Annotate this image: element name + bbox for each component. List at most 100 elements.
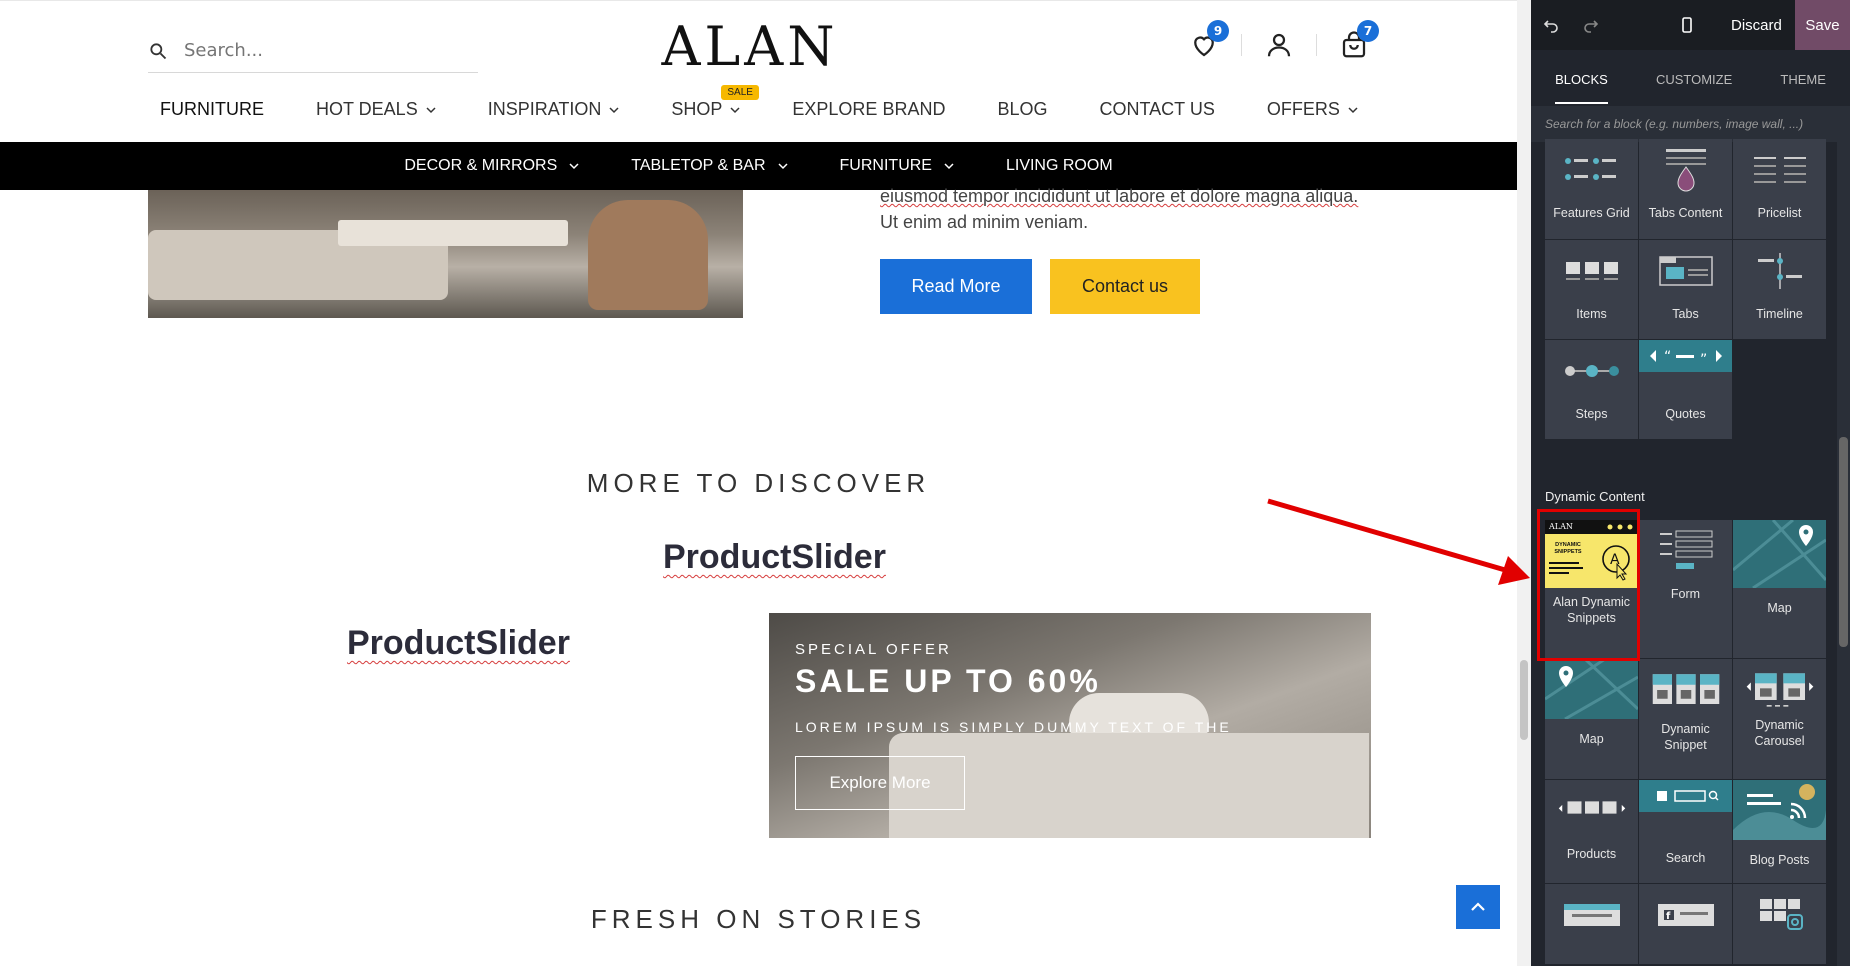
highlight-box bbox=[1537, 509, 1640, 661]
wishlist-button[interactable]: 9 bbox=[1185, 20, 1229, 64]
editor-toolbar: Discard Save bbox=[1531, 0, 1850, 50]
nav-offers[interactable]: OFFERS bbox=[1267, 99, 1358, 120]
scrollbar-thumb[interactable] bbox=[1839, 437, 1848, 647]
chevron-down-icon bbox=[569, 163, 579, 170]
table-shape bbox=[338, 220, 568, 246]
scrollbar-thumb[interactable] bbox=[1520, 660, 1528, 740]
block-items[interactable]: Items bbox=[1545, 240, 1638, 339]
dynamic-carousel-icon bbox=[1745, 667, 1815, 713]
mobile-icon bbox=[1682, 17, 1692, 33]
subnav-furniture[interactable]: FURNITURE bbox=[840, 157, 954, 175]
svg-text:”: ” bbox=[1700, 352, 1707, 366]
features-grid-icon bbox=[1557, 147, 1627, 193]
main-nav: FURNITURE HOT DEALS INSPIRATION SALE SHOP… bbox=[160, 85, 1410, 120]
back-to-top-button[interactable] bbox=[1456, 885, 1500, 929]
nav-inspiration[interactable]: INSPIRATION bbox=[488, 99, 620, 120]
block-label: Pricelist bbox=[1757, 206, 1802, 220]
block-tabs-content[interactable]: Tabs Content bbox=[1639, 139, 1732, 239]
svg-text:f: f bbox=[1666, 911, 1671, 922]
subnav-decor-mirrors[interactable]: DECOR & MIRRORS bbox=[404, 157, 579, 175]
contact-us-button[interactable]: Contact us bbox=[1050, 259, 1200, 314]
block-label: Search bbox=[1665, 851, 1706, 865]
special-offer-banner: SPECIAL OFFER SALE UP TO 60% LOREM IPSUM… bbox=[769, 613, 1371, 838]
block-instagram[interactable] bbox=[1733, 884, 1826, 964]
block-map-2[interactable]: Map bbox=[1544, 657, 1640, 779]
block-popup[interactable] bbox=[1545, 884, 1638, 964]
nav-label: SHOP bbox=[671, 99, 723, 119]
blog-posts-icon bbox=[1733, 780, 1826, 840]
undo-button[interactable] bbox=[1531, 0, 1571, 50]
block-label: Blog Posts bbox=[1749, 853, 1810, 867]
redo-button[interactable] bbox=[1571, 0, 1611, 50]
nav-label: FURNITURE bbox=[160, 99, 264, 119]
subnav-label: DECOR & MIRRORS bbox=[404, 157, 558, 174]
offer-text: LOREM IPSUM IS SIMPLY DUMMY TEXT OF THE bbox=[795, 719, 1232, 735]
quotes-icon: “” bbox=[1639, 340, 1732, 372]
tab-blocks[interactable]: BLOCKS bbox=[1555, 72, 1608, 104]
subnav-living-room[interactable]: LIVING ROOM bbox=[1006, 157, 1113, 175]
block-blog-posts[interactable]: Blog Posts bbox=[1733, 780, 1826, 883]
chair-shape bbox=[588, 200, 708, 310]
chevron-down-icon bbox=[1348, 106, 1358, 113]
block-label: Dynamic Snippet bbox=[1661, 722, 1710, 752]
block-timeline[interactable]: Timeline bbox=[1733, 240, 1826, 339]
block-label: Steps bbox=[1575, 407, 1608, 421]
tab-customize[interactable]: CUSTOMIZE bbox=[1656, 72, 1732, 104]
steps-icon bbox=[1557, 348, 1627, 394]
explore-more-button[interactable]: Explore More bbox=[795, 756, 965, 810]
block-products[interactable]: Products bbox=[1545, 780, 1638, 883]
more-to-discover-heading: MORE TO DISCOVER bbox=[586, 468, 931, 498]
block-label: Tabs Content bbox=[1648, 206, 1723, 220]
block-form[interactable]: Form bbox=[1639, 520, 1732, 658]
account-button[interactable] bbox=[1260, 26, 1298, 64]
site-scrollbar[interactable] bbox=[1517, 0, 1531, 966]
timeline-icon bbox=[1745, 248, 1815, 294]
block-facebook[interactable]: f bbox=[1639, 884, 1732, 964]
fresh-on-stories-heading: FRESH ON STORIES bbox=[590, 904, 927, 934]
nav-blog[interactable]: BLOG bbox=[997, 99, 1047, 120]
block-label: Form bbox=[1670, 587, 1701, 601]
block-features-grid[interactable]: Features Grid bbox=[1545, 139, 1638, 239]
hero-text-line: eiusmod tempor incididunt ut labore et d… bbox=[880, 186, 1359, 206]
chevron-down-icon bbox=[609, 106, 619, 113]
search-input[interactable] bbox=[184, 40, 454, 61]
popup-icon bbox=[1557, 892, 1627, 938]
nav-explore-brand[interactable]: EXPLORE BRAND bbox=[792, 99, 945, 120]
block-tabs[interactable]: Tabs bbox=[1639, 240, 1732, 339]
block-label: Features Grid bbox=[1553, 206, 1630, 220]
discard-button[interactable]: Discard bbox=[1731, 0, 1782, 50]
pricelist-icon bbox=[1745, 147, 1815, 193]
product-slider-heading: ProductSlider bbox=[663, 538, 886, 576]
tabs-icon bbox=[1651, 248, 1721, 294]
search-block-icon bbox=[1639, 780, 1732, 812]
block-pricelist[interactable]: Pricelist bbox=[1733, 139, 1826, 239]
form-icon bbox=[1651, 528, 1721, 574]
block-map[interactable]: Map bbox=[1732, 518, 1828, 658]
nav-furniture[interactable]: FURNITURE bbox=[160, 99, 264, 120]
nav-contact-us[interactable]: CONTACT US bbox=[1099, 99, 1214, 120]
nav-label: HOT DEALS bbox=[316, 99, 418, 119]
nav-hot-deals[interactable]: HOT DEALS bbox=[316, 99, 436, 120]
product-slider-placeholder: ProductSlider bbox=[347, 624, 570, 662]
chevron-down-icon bbox=[426, 106, 436, 113]
subnav-tabletop-bar[interactable]: TABLETOP & BAR bbox=[631, 157, 788, 175]
site-logo[interactable]: ALAN bbox=[600, 15, 900, 78]
cart-button[interactable]: 7 bbox=[1335, 20, 1379, 64]
nav-shop[interactable]: SALE SHOP bbox=[671, 85, 759, 120]
block-search-input[interactable]: Search for a block (e.g. numbers, image … bbox=[1531, 106, 1850, 142]
blocks-grid-top: Features Grid Tabs Content Pricelist Ite… bbox=[1545, 139, 1826, 439]
block-quotes[interactable]: “” Quotes bbox=[1639, 340, 1732, 439]
site-search[interactable] bbox=[148, 29, 478, 73]
wishlist-count-badge: 9 bbox=[1207, 20, 1229, 42]
block-steps[interactable]: Steps bbox=[1545, 340, 1638, 439]
block-dynamic-snippet[interactable]: Dynamic Snippet bbox=[1639, 659, 1732, 779]
mobile-preview-button[interactable] bbox=[1667, 0, 1707, 50]
tab-theme[interactable]: THEME bbox=[1780, 72, 1826, 104]
subnav-label: LIVING ROOM bbox=[1005, 157, 1113, 174]
save-button[interactable]: Save bbox=[1795, 0, 1850, 50]
block-dynamic-carousel[interactable]: Dynamic Carousel bbox=[1733, 659, 1826, 779]
chevron-down-icon bbox=[944, 163, 954, 170]
read-more-button[interactable]: Read More bbox=[880, 259, 1032, 314]
panel-scrollbar[interactable] bbox=[1837, 142, 1850, 966]
block-search[interactable]: Search bbox=[1639, 780, 1732, 883]
